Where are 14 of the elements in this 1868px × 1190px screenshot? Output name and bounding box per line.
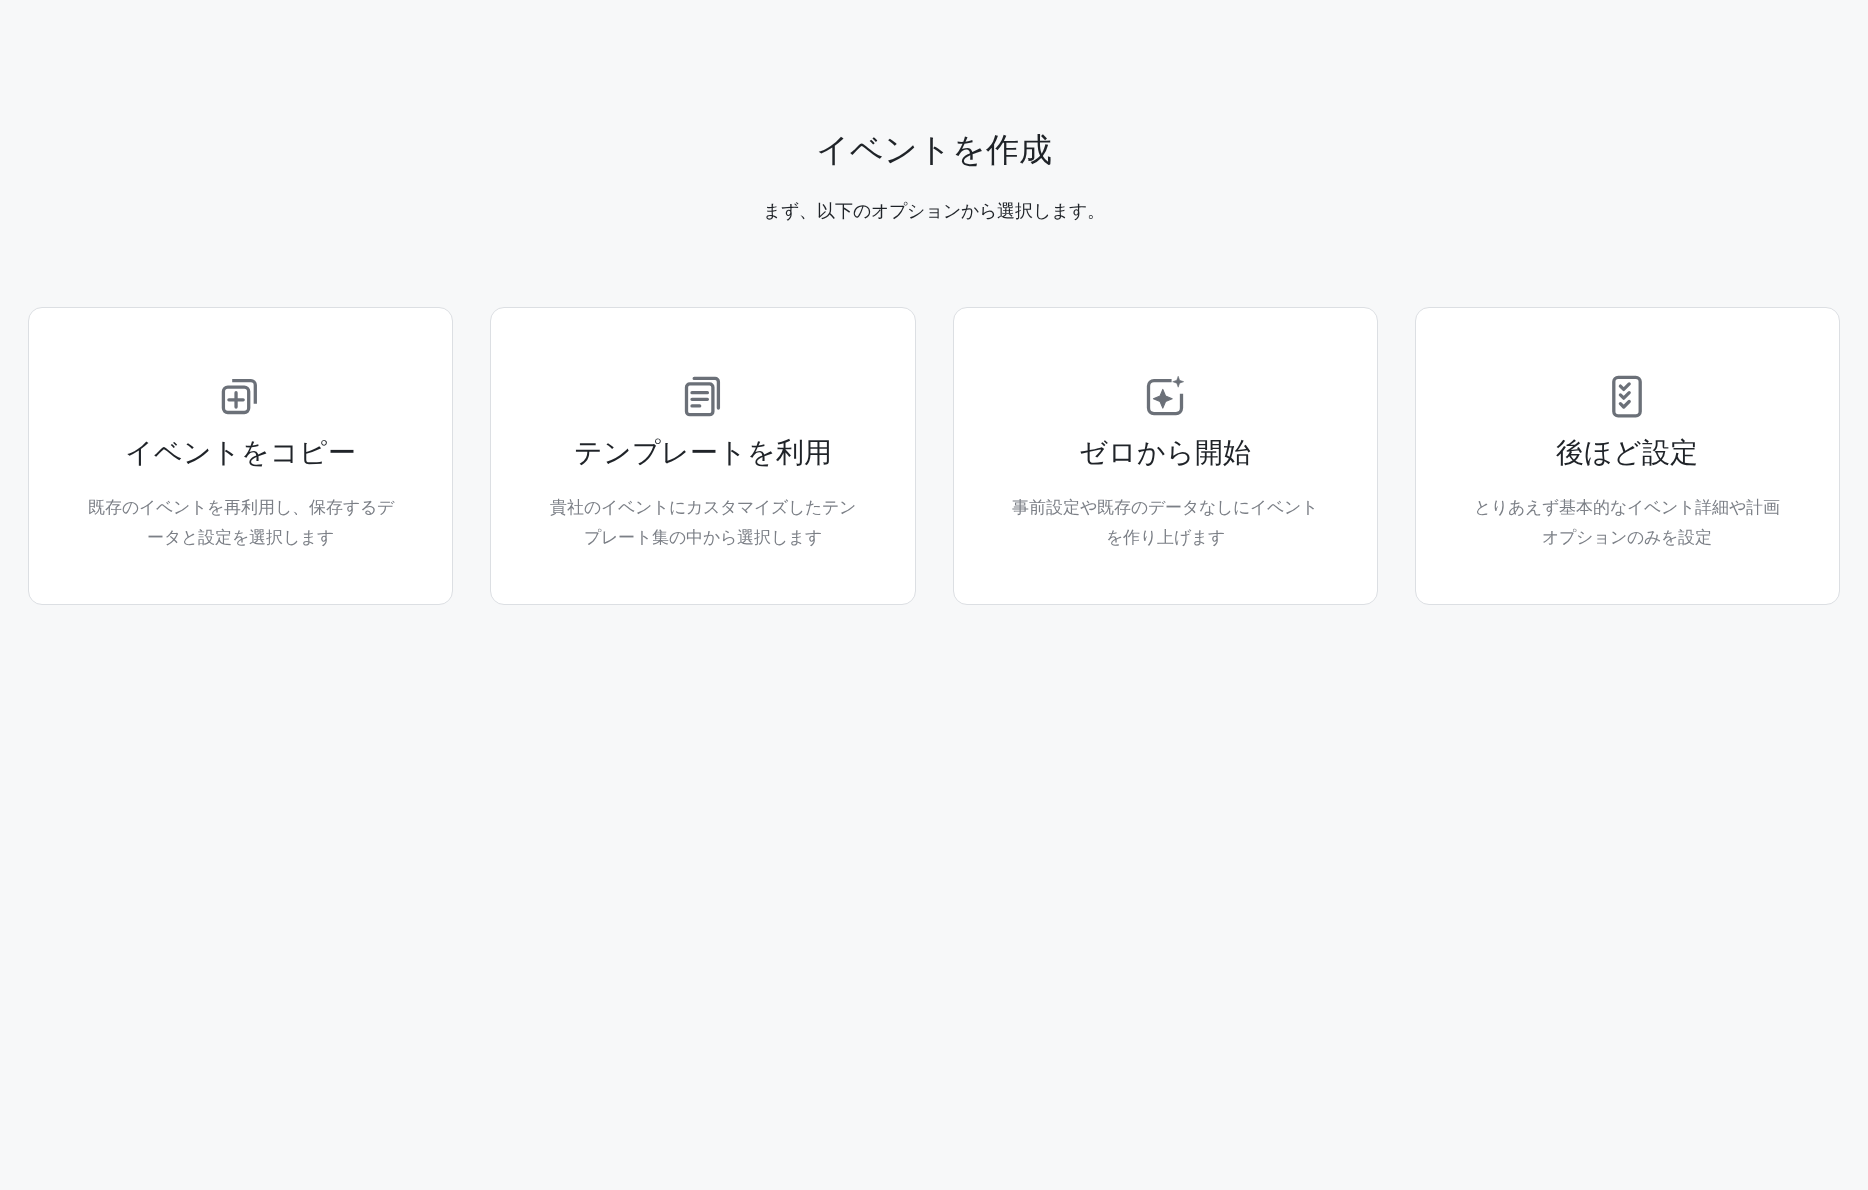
option-description: 事前設定や既存のデータなしにイベントを作り上げます [1011, 496, 1320, 549]
option-description: 貴社のイベントにカスタマイズしたテンプレート集の中から選択します [548, 496, 857, 549]
option-title: イベントをコピー [125, 435, 357, 471]
option-description: 既存のイベントを再利用し、保存するデータと設定を選択します [86, 496, 396, 549]
option-title: ゼロから開始 [1079, 435, 1252, 471]
page-title: イベントを作成 [815, 129, 1053, 171]
option-card[interactable]: イベントをコピー 既存のイベントを再利用し、保存するデータと設定を選択します [28, 307, 454, 605]
option-card[interactable]: 後ほど設定 とりあえず基本的なイベント詳細や計画オプションのみを設定 [1414, 307, 1840, 605]
option-card[interactable]: テンプレートを利用 貴社のイベントにカスタマイズしたテンプレート集の中から選択します [490, 307, 916, 605]
option-title: テンプレートを利用 [573, 435, 832, 471]
option-title: 後ほど設定 [1556, 435, 1699, 471]
option-description: とりあえず基本的なイベント詳細や計画オプションのみを設定 [1473, 496, 1782, 549]
option-card[interactable]: ゼロから開始 事前設定や既存のデータなしにイベントを作り上げます [952, 307, 1378, 605]
page-subtitle: まず、以下のオプションから選択します。 [762, 199, 1106, 223]
